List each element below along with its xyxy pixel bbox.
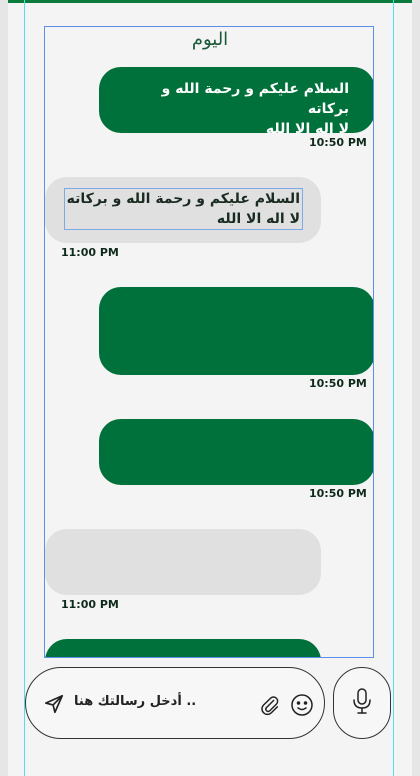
chat-list[interactable]: اليوم السلام عليكم و رحمة الله و بركاته … (44, 26, 374, 658)
message-time: 10:50 PM (309, 377, 367, 390)
message-bubble-incoming[interactable]: السلام عليكم و رحمة الله و بركاته لا اله… (45, 177, 321, 243)
microphone-icon (351, 687, 373, 719)
message-line: السلام عليكم و رحمة الله و بركاته (161, 81, 349, 117)
attachment-icon[interactable] (258, 692, 282, 718)
message-bubble-outgoing[interactable] (99, 419, 373, 485)
message-time: 10:50 PM (309, 487, 367, 500)
microphone-button[interactable] (333, 667, 391, 739)
message-composer: .. أدخل رسالتك هنا (25, 667, 325, 739)
layout-guide-left (24, 0, 25, 776)
layout-guide-right (393, 0, 394, 776)
message-time: 10:50 PM (309, 136, 367, 149)
message-bubble-outgoing[interactable] (45, 639, 321, 657)
message-input[interactable]: .. أدخل رسالتك هنا (74, 694, 214, 709)
message-line: السلام عليكم و رحمة الله و بركاته (66, 191, 300, 207)
message-bubble-outgoing[interactable] (99, 287, 373, 375)
message-text-selection[interactable]: السلام عليكم و رحمة الله و بركاته لا اله… (63, 188, 303, 230)
emoji-icon[interactable] (289, 692, 315, 718)
message-bubble-outgoing[interactable]: السلام عليكم و رحمة الله و بركاته لا اله… (99, 67, 373, 137)
send-icon[interactable] (42, 692, 66, 716)
day-separator: اليوم (191, 29, 229, 50)
message-time: 11:00 PM (61, 246, 119, 259)
top-accent-bar (8, 0, 412, 3)
message-time: 11:00 PM (61, 598, 119, 611)
message-bubble-incoming[interactable] (45, 529, 321, 595)
message-line: لا اله الا الله (216, 211, 300, 227)
